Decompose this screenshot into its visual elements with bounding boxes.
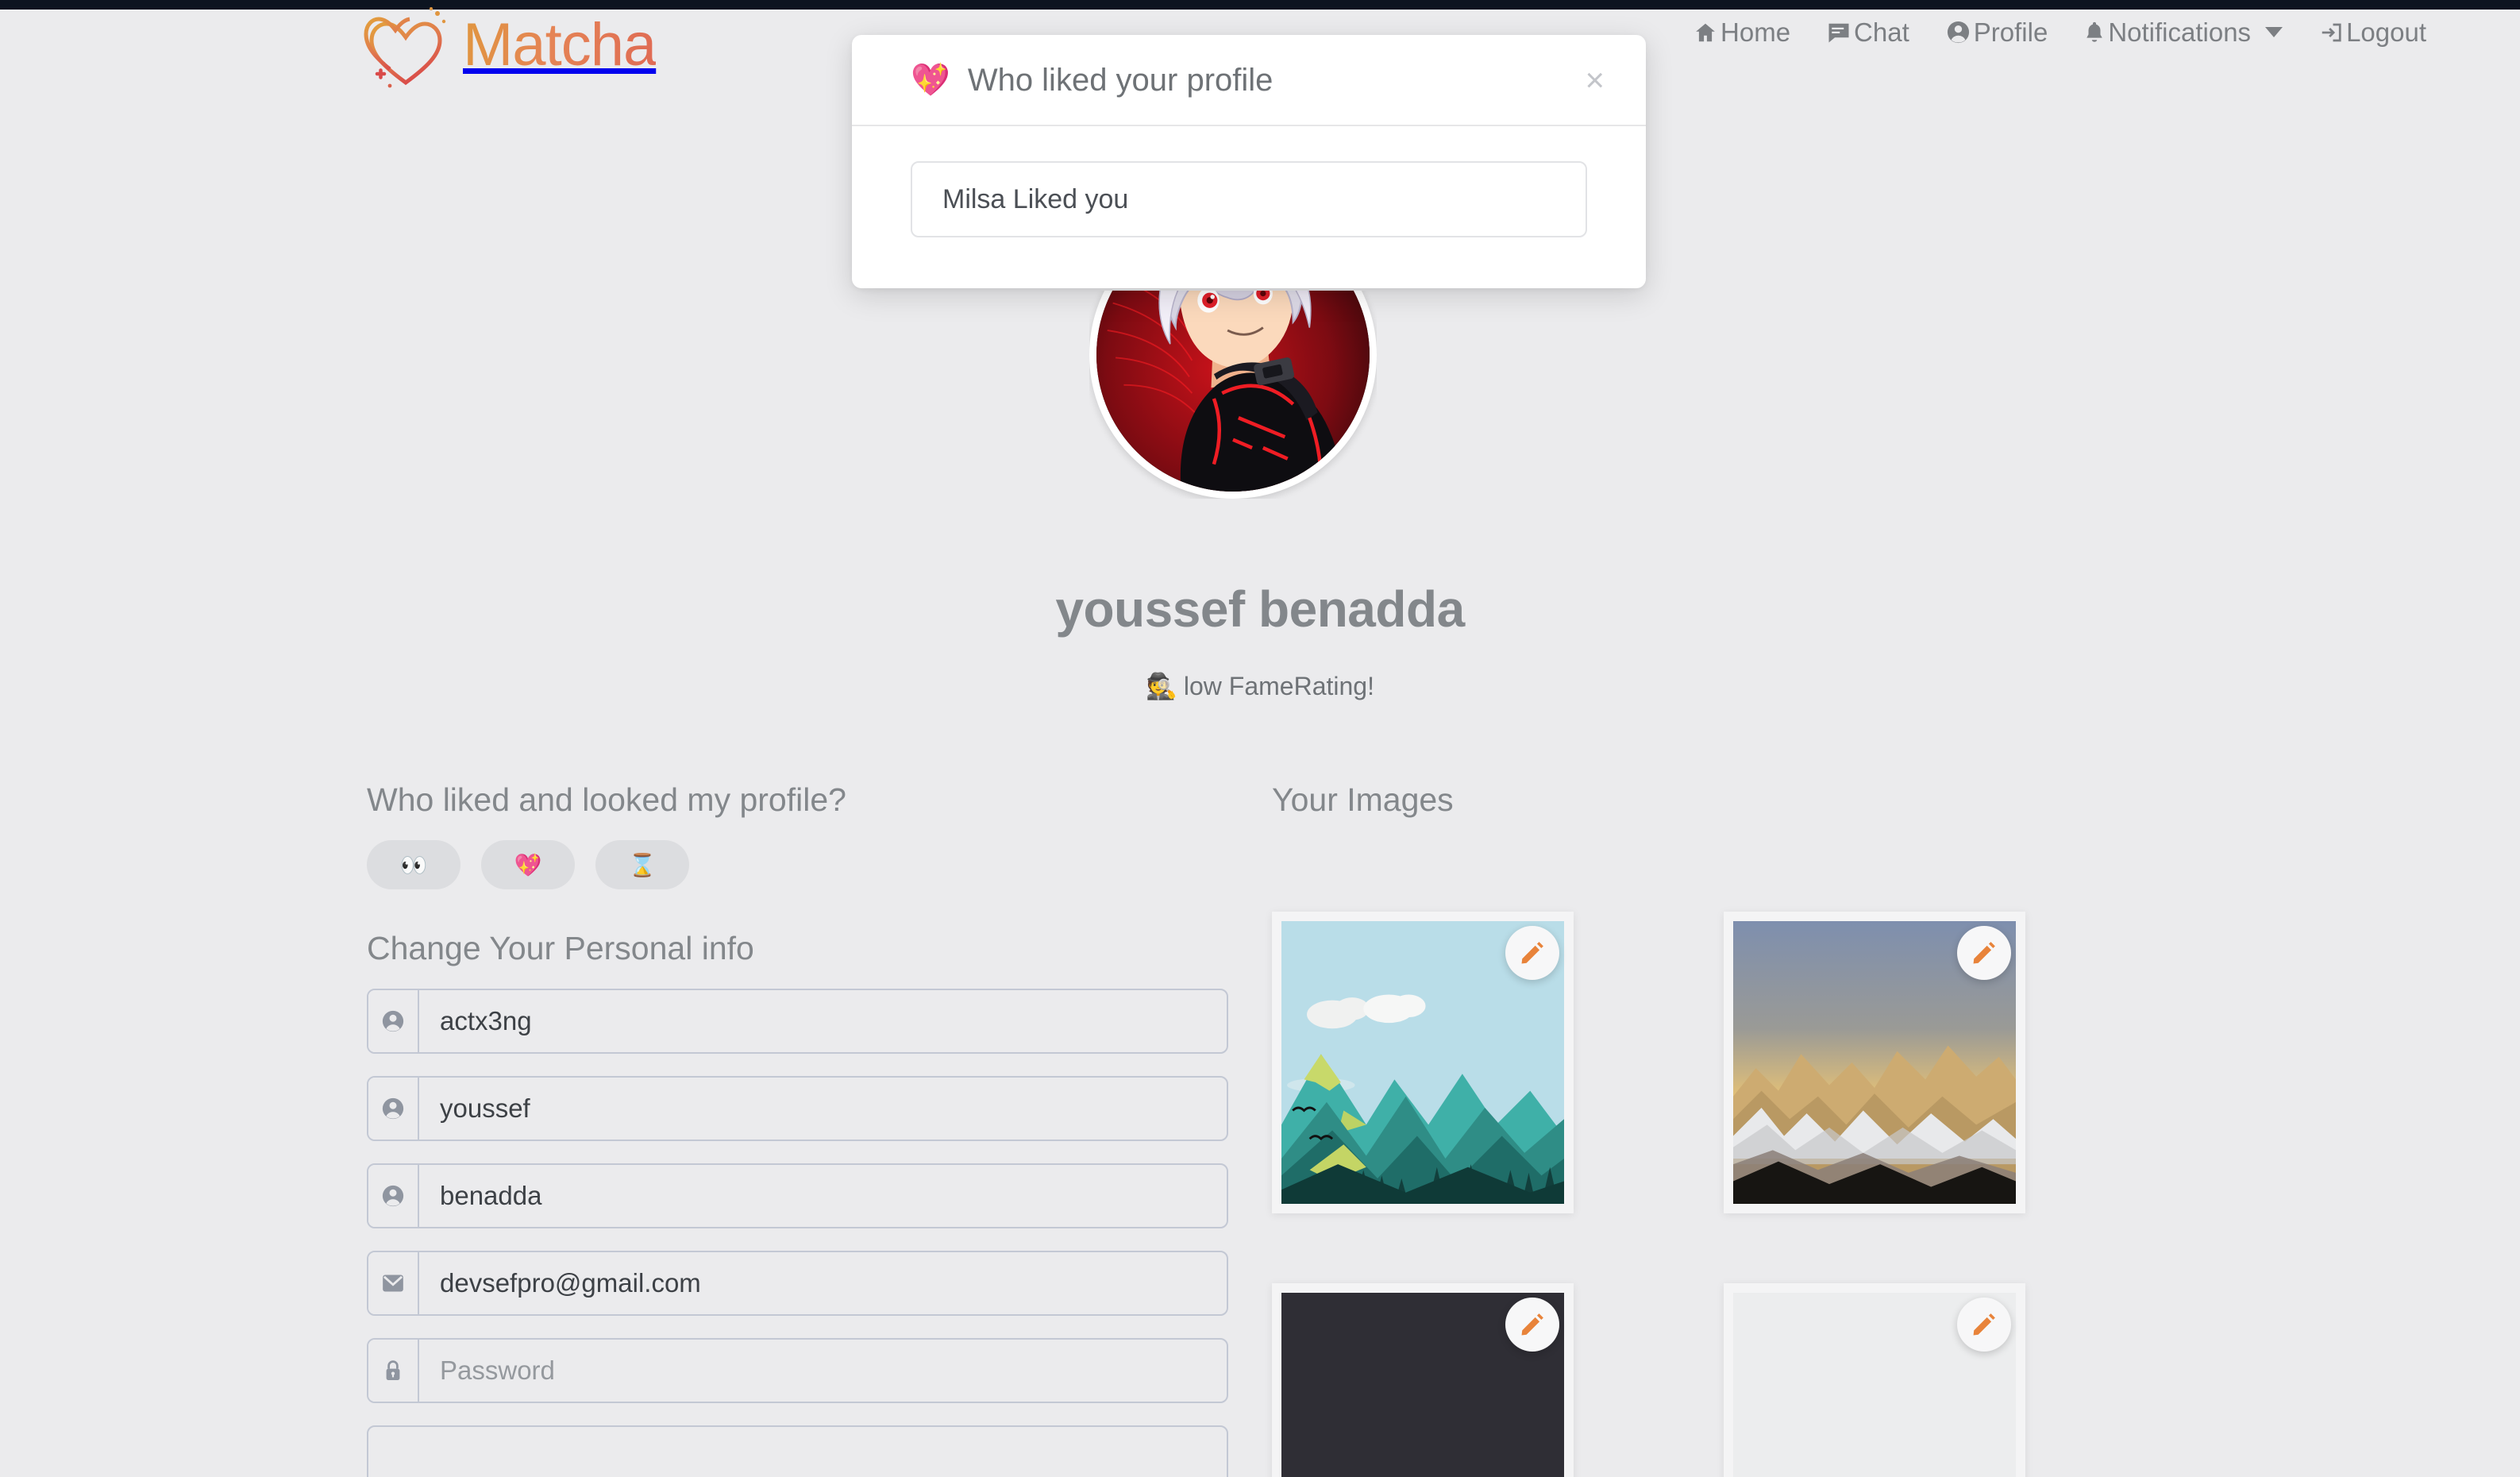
field-lastname[interactable] bbox=[367, 1163, 1228, 1229]
nav-label-chat: Chat bbox=[1854, 17, 1909, 47]
images-grid bbox=[1272, 912, 2145, 1477]
field-username[interactable] bbox=[367, 989, 1228, 1055]
your-images-title: Your Images bbox=[1272, 781, 1454, 818]
password-input[interactable] bbox=[419, 1340, 1227, 1402]
sign-out-icon bbox=[2319, 21, 2343, 44]
firstname-input[interactable] bbox=[419, 1078, 1227, 1140]
brand-logo-link[interactable]: Matcha bbox=[361, 6, 657, 91]
personal-info-title: Change Your Personal info bbox=[367, 930, 754, 967]
like-list-item-text: Milsa Liked you bbox=[942, 183, 1129, 214]
edit-image-3-button[interactable] bbox=[1505, 1298, 1559, 1352]
nav-label-notifications: Notifications bbox=[2108, 17, 2252, 47]
two-hearts-outline-logo-icon bbox=[361, 6, 455, 91]
bell-icon bbox=[2084, 21, 2105, 44]
field-email[interactable] bbox=[367, 1251, 1228, 1317]
field-bio[interactable] bbox=[367, 1425, 1228, 1477]
left-column: Who liked and looked my profile? 👀 💖 ⌛ C… bbox=[367, 781, 1228, 1477]
page-title: youssef benadda bbox=[1055, 580, 1465, 638]
fame-rating-text: low FameRating! bbox=[1183, 672, 1374, 700]
avatar bbox=[1089, 291, 1377, 499]
sparkling-heart-emoji: 💖 bbox=[514, 852, 542, 877]
nav-label-profile: Profile bbox=[1973, 17, 2048, 47]
image-card-4[interactable] bbox=[1724, 1283, 2025, 1477]
nav-item-chat[interactable]: Chat bbox=[1827, 19, 1909, 45]
nav-item-notifications[interactable]: Notifications bbox=[2084, 19, 2283, 45]
username-input[interactable] bbox=[419, 990, 1227, 1053]
brand-name: Matcha bbox=[463, 15, 657, 82]
nav-item-home[interactable]: Home bbox=[1693, 19, 1790, 45]
close-icon[interactable]: × bbox=[1578, 63, 1611, 97]
lastname-input[interactable] bbox=[419, 1165, 1227, 1228]
hourglass-emoji: ⌛ bbox=[628, 852, 657, 877]
image-card-2[interactable] bbox=[1724, 912, 2025, 1214]
sparkling-heart-emoji: 💖 bbox=[911, 62, 950, 98]
like-list-item[interactable]: Milsa Liked you bbox=[911, 161, 1587, 237]
detective-emoji: 🕵️ bbox=[1146, 672, 1177, 700]
nav-links: Home Chat Profile Notifications Logout bbox=[1693, 19, 2426, 45]
nav-item-logout[interactable]: Logout bbox=[2319, 19, 2426, 45]
profile-avatar-wrap bbox=[1089, 291, 1377, 499]
nav-item-profile[interactable]: Profile bbox=[1946, 19, 2048, 45]
pencil-icon bbox=[1971, 939, 1998, 966]
lock-icon bbox=[368, 1340, 419, 1402]
modal-title-row: 💖 Who liked your profile bbox=[911, 64, 1273, 96]
pill-likes-button[interactable]: 💖 bbox=[481, 840, 575, 890]
pencil-icon bbox=[1519, 939, 1546, 966]
user-circle-icon bbox=[1946, 20, 1971, 44]
fame-rating: 🕵️ low FameRating! bbox=[0, 671, 2520, 701]
chat-icon bbox=[1827, 21, 1851, 44]
chevron-down-icon bbox=[2265, 27, 2283, 37]
who-liked-modal: 💖 Who liked your profile × Milsa Liked y… bbox=[852, 35, 1646, 288]
home-icon bbox=[1693, 21, 1717, 44]
field-password[interactable] bbox=[367, 1338, 1228, 1404]
nav-label-home: Home bbox=[1720, 17, 1791, 47]
pill-views-button[interactable]: 👀 bbox=[367, 840, 460, 890]
nav-label-logout: Logout bbox=[2346, 17, 2426, 47]
app-root: Matcha Home Chat Profile Notifications L… bbox=[0, 0, 2520, 1477]
pencil-icon bbox=[1519, 1311, 1546, 1338]
pencil-icon bbox=[1971, 1311, 1998, 1338]
image-card-1[interactable] bbox=[1272, 912, 1574, 1214]
envelope-icon bbox=[368, 1252, 419, 1315]
visitors-filter-row: 👀 💖 ⌛ bbox=[367, 840, 1228, 890]
user-circle-icon bbox=[368, 1165, 419, 1228]
edit-image-4-button[interactable] bbox=[1957, 1298, 2011, 1352]
modal-body: Milsa Liked you bbox=[852, 126, 1646, 288]
field-firstname[interactable] bbox=[367, 1076, 1228, 1142]
modal-title-text: Who liked your profile bbox=[967, 62, 1273, 98]
pill-history-button[interactable]: ⌛ bbox=[595, 840, 689, 890]
edit-image-2-button[interactable] bbox=[1957, 926, 2011, 981]
visitors-section-title: Who liked and looked my profile? bbox=[367, 781, 846, 818]
email-input[interactable] bbox=[419, 1252, 1227, 1315]
image-card-3[interactable] bbox=[1272, 1283, 1574, 1477]
right-column: Your Images bbox=[1272, 781, 2145, 1477]
edit-image-1-button[interactable] bbox=[1505, 926, 1559, 981]
user-circle-icon bbox=[368, 1078, 419, 1140]
eyes-emoji: 👀 bbox=[399, 852, 428, 877]
user-circle-icon bbox=[368, 990, 419, 1053]
modal-header: 💖 Who liked your profile × bbox=[852, 35, 1646, 126]
